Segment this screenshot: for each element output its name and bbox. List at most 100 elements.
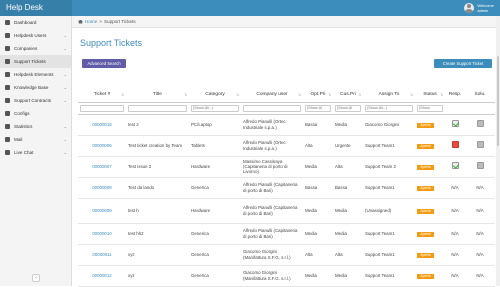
table-row[interactable]: 00000010 test hh2 Generica Alfredo Pianulli… bbox=[78, 223, 495, 245]
avatar[interactable] bbox=[464, 3, 475, 13]
cell-title: test 2 bbox=[128, 121, 139, 127]
sidebar-item-knowledge-base[interactable]: Knowledge Base ⌄ bbox=[0, 81, 71, 94]
sidebar-item-configs[interactable]: Configs bbox=[0, 107, 71, 120]
cell-solu: N/A bbox=[476, 272, 484, 278]
column-filter-input[interactable]: (Show All...) bbox=[191, 104, 239, 112]
column-header[interactable]: Status ⇅ bbox=[415, 88, 445, 103]
column-header[interactable]: Ticket # ⇅ bbox=[78, 88, 126, 103]
cell-opt: Alta bbox=[305, 142, 313, 148]
response-green-icon[interactable] bbox=[451, 162, 459, 170]
username-text: admin bbox=[477, 8, 489, 13]
column-header[interactable]: Resp. bbox=[445, 88, 465, 103]
cell-id[interactable]: 00000007 bbox=[92, 164, 112, 169]
sort-icon[interactable]: ⇅ bbox=[121, 93, 124, 97]
column-filter-input[interactable] bbox=[243, 104, 301, 112]
table-row[interactable]: 00000009 test h Hardware Alfredo Pianulli (… bbox=[78, 198, 495, 224]
sidebar-item-live-chat[interactable]: Live Chat ⌄ bbox=[0, 146, 71, 159]
cell-cus: Bassa bbox=[335, 184, 348, 190]
solution-grey-icon[interactable] bbox=[476, 120, 484, 128]
advanced-search-button[interactable]: Advanced Search bbox=[82, 59, 126, 68]
sort-icon[interactable]: ⇅ bbox=[236, 93, 239, 97]
table-row[interactable]: 00000012 xyz Generica Giacomo Giorgini (Man… bbox=[78, 265, 495, 287]
sidebar-item-support-contracts[interactable]: Support Contracts ⌄ bbox=[0, 94, 71, 107]
column-filter-input[interactable] bbox=[128, 104, 187, 112]
column-header[interactable]: Category ⇅ bbox=[189, 88, 241, 103]
column-header[interactable]: Opt.Pri ⇅ bbox=[303, 88, 333, 103]
cell-id[interactable]: 00000012 bbox=[92, 273, 112, 278]
page-title: Support Tickets bbox=[80, 38, 143, 48]
sidebar-item-companies[interactable]: Companies ⌄ bbox=[0, 42, 71, 55]
cell-company: Giacomo Giorgini (Manifattura S.F.G. s.r… bbox=[243, 249, 291, 260]
solution-grey-icon[interactable] bbox=[476, 141, 484, 149]
column-header-label: Status bbox=[423, 92, 437, 98]
cell-company: Alfredo Pianulli (Capitaneria di porto d… bbox=[243, 228, 298, 239]
sort-icon[interactable]: ⇅ bbox=[328, 93, 331, 97]
cell-id[interactable]: 00000009 bbox=[92, 208, 112, 213]
column-filter-input[interactable]: (Show bbox=[417, 104, 443, 112]
cell-category: Generica bbox=[191, 272, 209, 278]
sidebar-item-dashboard[interactable]: Dashboard bbox=[0, 16, 71, 29]
status-badge: Aperto bbox=[417, 143, 434, 149]
app-title[interactable]: Help Desk bbox=[0, 0, 72, 16]
sidebar-item-label: Dashboard bbox=[14, 20, 37, 25]
cell-solu: N/A bbox=[476, 184, 484, 190]
home-icon[interactable] bbox=[78, 19, 83, 24]
status-badge: Aperto bbox=[417, 231, 434, 237]
user-menu[interactable]: Welcome admin bbox=[464, 2, 494, 14]
column-header-label: Title bbox=[153, 92, 162, 98]
column-header[interactable]: Company user ⇅ bbox=[241, 88, 303, 103]
page-scrollbar[interactable] bbox=[496, 16, 500, 286]
cell-category: Hardware bbox=[191, 207, 211, 213]
cell-assign: Support Team1 bbox=[365, 272, 395, 278]
sort-icon[interactable]: ⇅ bbox=[184, 93, 187, 97]
table-row[interactable]: 00000015 test 2 PC/Laptop Alfredo Pianulli … bbox=[78, 114, 495, 136]
table-row[interactable]: 00000007 Test issue 2 Hardware Massimo Cass… bbox=[78, 156, 495, 178]
sidebar-item-mail[interactable]: Mail ⌄ bbox=[0, 133, 71, 146]
cell-id[interactable]: 00000006 bbox=[92, 143, 112, 148]
breadcrumb-home[interactable]: Home bbox=[85, 19, 97, 24]
column-header[interactable]: Assign To ⇅ bbox=[363, 88, 415, 103]
table-row[interactable]: 00000008 Test da lando Generica Alfredo Pia… bbox=[78, 177, 495, 199]
column-header[interactable]: Cus.Pri ⇅ bbox=[333, 88, 363, 103]
cell-opt: Media bbox=[305, 163, 317, 169]
sidebar-item-helpdesk-elements[interactable]: Helpdesk Elements ⌄ bbox=[0, 68, 71, 81]
breadcrumb-current: Support Tickets bbox=[103, 19, 136, 24]
cell-category: Hardware bbox=[191, 163, 211, 169]
response-green-icon[interactable] bbox=[451, 120, 459, 128]
column-filter-input[interactable]: (Show Al bbox=[305, 104, 331, 112]
column-header[interactable]: Title ⇅ bbox=[126, 88, 189, 103]
sort-icon[interactable]: ⇅ bbox=[358, 93, 361, 97]
column-filter-input[interactable] bbox=[80, 104, 124, 112]
cell-category: Generica bbox=[191, 184, 209, 190]
gear-icon bbox=[5, 72, 10, 77]
cell-title: xyz bbox=[128, 272, 135, 278]
solution-grey-icon[interactable] bbox=[476, 162, 484, 170]
table-row[interactable]: 00000011 xyz Generica Giacomo Giorgini (Man… bbox=[78, 244, 495, 266]
sort-icon[interactable]: ⇅ bbox=[298, 93, 301, 97]
cell-title: Test ticket creation by Team bbox=[128, 142, 183, 148]
chevron-down-icon: ⌄ bbox=[63, 98, 67, 103]
response-red-icon[interactable] bbox=[451, 141, 459, 149]
table-row[interactable]: 00000006 Test ticket creation by Team Tabl… bbox=[78, 135, 495, 157]
cell-company: Alfredo Pianulli (Ortec Industriale s.p.… bbox=[243, 140, 286, 151]
cell-id[interactable]: 00000011 bbox=[92, 252, 111, 257]
sort-icon[interactable]: ⇅ bbox=[440, 93, 443, 97]
sidebar-item-helpdesk-users[interactable]: Helpdesk Users ⌄ bbox=[0, 29, 71, 42]
cell-id[interactable]: 00000010 bbox=[92, 231, 112, 236]
cell-resp: N/A bbox=[451, 272, 459, 278]
cell-id[interactable]: 00000015 bbox=[92, 122, 112, 127]
sort-icon[interactable]: ⇅ bbox=[410, 93, 413, 97]
create-ticket-button[interactable]: Create Support Ticket bbox=[434, 59, 492, 68]
cell-resp: N/A bbox=[451, 184, 459, 190]
column-filter-input[interactable]: (Show Al bbox=[335, 104, 361, 112]
column-filter-input[interactable]: (Show All...) bbox=[365, 104, 413, 112]
breadcrumb-separator: > bbox=[99, 19, 102, 24]
sidebar-item-label: Knowledge Base bbox=[14, 85, 49, 90]
sidebar-item-statistics[interactable]: Statistics ⌄ bbox=[0, 120, 71, 133]
sidebar-item-support-tickets[interactable]: Support Tickets bbox=[0, 55, 71, 68]
wrench-icon bbox=[5, 98, 10, 103]
cell-assign: Giacomo Giorgini bbox=[365, 121, 399, 127]
cell-id[interactable]: 00000008 bbox=[92, 185, 112, 190]
column-header[interactable]: Solu. bbox=[465, 88, 495, 103]
sidebar-collapse-button[interactable]: ‹ bbox=[32, 274, 40, 282]
